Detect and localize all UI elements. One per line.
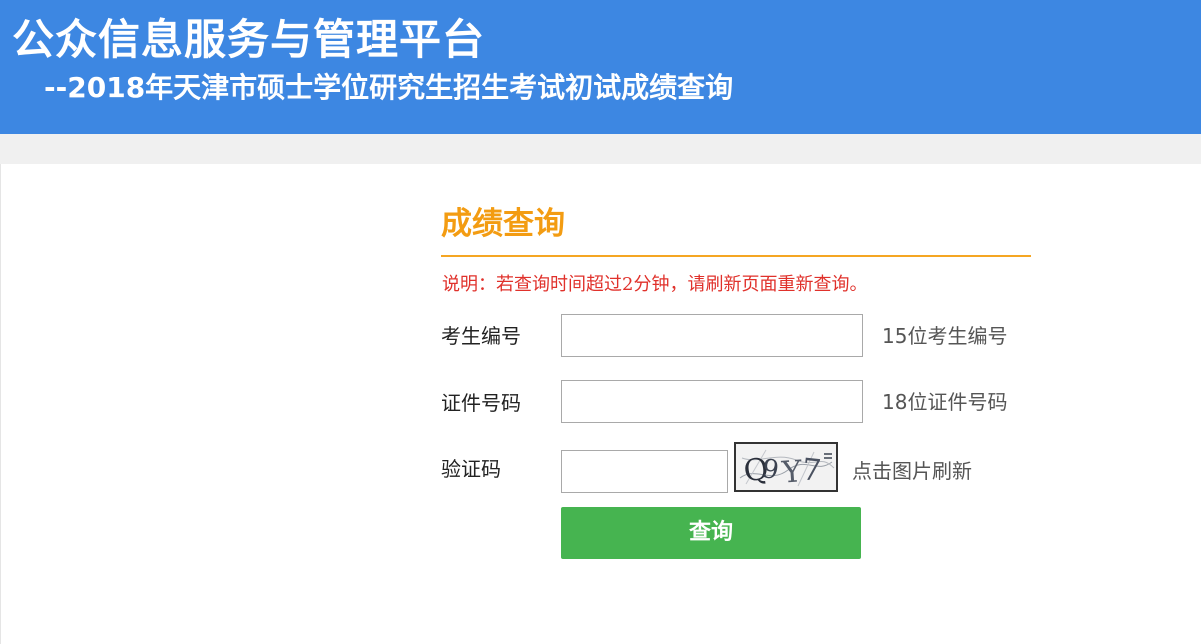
platform-title: 公众信息服务与管理平台 xyxy=(12,15,486,64)
header-banner: 公众信息服务与管理平台 --2018年天津市硕士学位研究生招生考试初试成绩查询 xyxy=(0,0,1201,134)
captcha-char-7: 7 xyxy=(800,452,823,489)
id-number-label: 证件号码 xyxy=(441,391,521,415)
captcha-label: 验证码 xyxy=(441,457,501,481)
content-left-border xyxy=(0,164,1,644)
query-button[interactable]: 查询 xyxy=(561,507,861,559)
form-title: 成绩查询 xyxy=(441,206,565,242)
candidate-number-label: 考生编号 xyxy=(441,324,521,348)
id-number-hint: 18位证件号码 xyxy=(882,390,1008,414)
header-divider-band xyxy=(0,134,1201,164)
id-number-input[interactable] xyxy=(561,380,863,423)
page-subtitle: --2018年天津市硕士学位研究生招生考试初试成绩查询 xyxy=(44,71,734,104)
captcha-refresh-hint: 点击图片刷新 xyxy=(852,459,972,483)
candidate-number-hint: 15位考生编号 xyxy=(882,324,1008,348)
form-title-rule xyxy=(441,255,1031,257)
captcha-input[interactable] xyxy=(561,450,728,493)
candidate-number-input[interactable] xyxy=(561,314,863,357)
form-notice: 说明：若查询时间超过2分钟，请刷新页面重新查询。 xyxy=(442,274,868,295)
captcha-image[interactable]: Q 9 Y 7 xyxy=(734,442,838,492)
